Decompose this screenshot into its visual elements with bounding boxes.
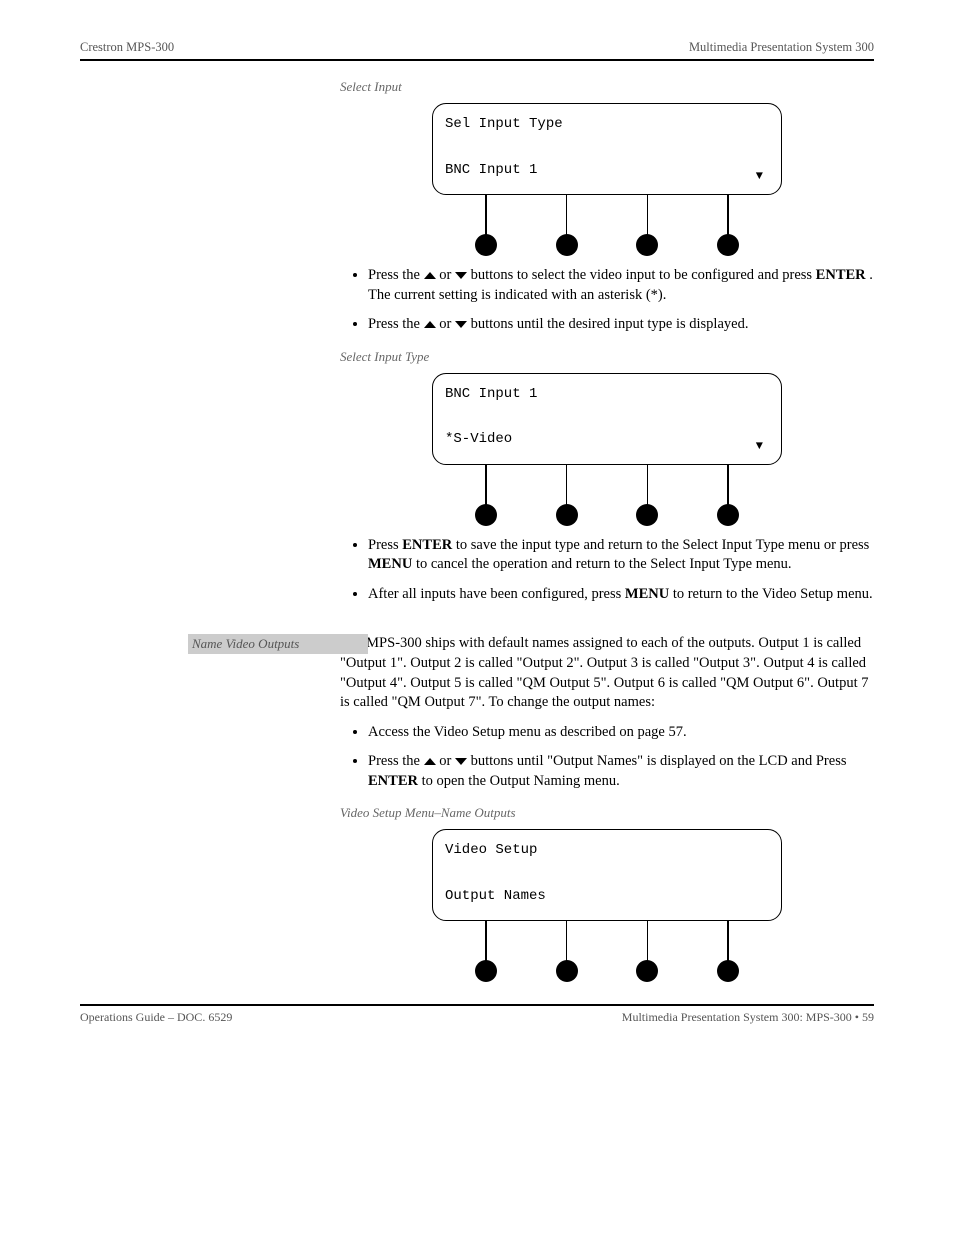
lcd-line-1: Sel Input Type xyxy=(445,116,769,134)
down-triangle-icon xyxy=(455,758,467,765)
header-left: Crestron MPS-300 xyxy=(80,40,174,55)
text: buttons until "Output Names" is displaye… xyxy=(471,753,847,769)
text: buttons until the desired input type is … xyxy=(471,316,749,332)
lcd-screen: BNC Input 1 *S-Video ▼ xyxy=(432,373,782,465)
lcd-caption: Select Input Type xyxy=(340,349,874,365)
bold-text: ENTER xyxy=(368,773,418,789)
page-footer: Operations Guide – DOC. 6529 Multimedia … xyxy=(80,1010,874,1025)
lcd-button-dot xyxy=(556,193,578,256)
down-triangle-icon xyxy=(455,321,467,328)
text: Press the xyxy=(368,753,424,769)
bold-text: MENU xyxy=(625,586,669,602)
footer-left: Operations Guide – DOC. 6529 xyxy=(80,1010,232,1025)
up-triangle-icon xyxy=(424,321,436,328)
down-triangle-icon xyxy=(455,272,467,279)
text: Press the xyxy=(368,267,424,283)
instruction-item: Press the or buttons until "Output Names… xyxy=(368,752,874,791)
lcd-button-dot xyxy=(636,193,658,256)
lcd-line-1: BNC Input 1 xyxy=(445,386,769,404)
bold-text: ENTER xyxy=(402,537,452,553)
name-video-outputs-section: Name Video Outputs The MPS-300 ships wit… xyxy=(80,634,874,982)
lcd-button-dot xyxy=(717,919,739,982)
text: or xyxy=(439,753,455,769)
text: to open the Output Naming menu. xyxy=(422,773,620,789)
lcd-button-dot xyxy=(636,919,658,982)
text: or xyxy=(439,267,455,283)
bold-text: MENU xyxy=(368,556,412,572)
text: to return to the Video Setup menu. xyxy=(673,586,873,602)
bold-text: ENTER xyxy=(816,267,866,283)
paragraph: The MPS-300 ships with default names ass… xyxy=(340,634,874,712)
instruction-item: Press the or buttons until the desired i… xyxy=(368,315,874,335)
instruction-item: Press the or buttons to select the video… xyxy=(368,266,874,305)
lcd-diagram-select-input-type: BNC Input 1 *S-Video ▼ xyxy=(340,373,874,526)
lcd-screen: Video Setup Output Names xyxy=(432,829,782,921)
instruction-item: Access the Video Setup menu as described… xyxy=(368,723,874,743)
lcd-button-dot xyxy=(475,919,497,982)
text: Press xyxy=(368,537,402,553)
page-header: Crestron MPS-300 Multimedia Presentation… xyxy=(80,40,874,55)
lcd-button-dot xyxy=(636,463,658,526)
lcd-caption: Select Input xyxy=(340,79,874,95)
lcd-screen: Sel Input Type BNC Input 1 ▼ xyxy=(432,103,782,195)
lcd-button-dot xyxy=(556,919,578,982)
text: to save the input type and return to the… xyxy=(456,537,869,553)
up-triangle-icon xyxy=(424,272,436,279)
lcd-buttons-row xyxy=(475,919,739,982)
lcd-diagram-select-input: Sel Input Type BNC Input 1 ▼ xyxy=(340,103,874,256)
down-arrow-icon: ▼ xyxy=(756,439,763,454)
header-rule xyxy=(80,59,874,61)
text: Press the xyxy=(368,316,424,332)
down-arrow-icon: ▼ xyxy=(756,169,763,184)
lcd-caption: Video Setup Menu–Name Outputs xyxy=(340,805,874,821)
lcd-line-2: BNC Input 1 xyxy=(445,162,769,180)
lcd-button-dot xyxy=(475,193,497,256)
text: or xyxy=(439,316,455,332)
header-right: Multimedia Presentation System 300 xyxy=(689,40,874,55)
text: to cancel the operation and return to th… xyxy=(416,556,792,572)
lcd-button-dot xyxy=(556,463,578,526)
lcd-button-dot xyxy=(717,463,739,526)
instruction-item: Press ENTER to save the input type and r… xyxy=(368,536,874,575)
lcd-line-2: Output Names xyxy=(445,888,769,906)
lcd-buttons-row xyxy=(475,463,739,526)
lcd-line-2: *S-Video xyxy=(445,431,769,449)
lcd-button-dot xyxy=(717,193,739,256)
lcd-button-dot xyxy=(475,463,497,526)
up-triangle-icon xyxy=(424,758,436,765)
sidebar-label-name-video-outputs: Name Video Outputs xyxy=(188,634,368,654)
instruction-list: Press the or buttons to select the video… xyxy=(340,266,874,335)
lcd-buttons-row xyxy=(475,193,739,256)
instruction-list: Access the Video Setup menu as described… xyxy=(340,723,874,792)
footer-right: Multimedia Presentation System 300: MPS-… xyxy=(622,1010,874,1025)
footer-rule xyxy=(80,1004,874,1006)
lcd-diagram-output-names: Video Setup Output Names xyxy=(340,829,874,982)
text: After all inputs have been configured, p… xyxy=(368,586,625,602)
instruction-item: After all inputs have been configured, p… xyxy=(368,585,874,605)
lcd-line-1: Video Setup xyxy=(445,842,769,860)
text: buttons to select the video input to be … xyxy=(471,267,816,283)
instruction-list: Press ENTER to save the input type and r… xyxy=(340,536,874,605)
